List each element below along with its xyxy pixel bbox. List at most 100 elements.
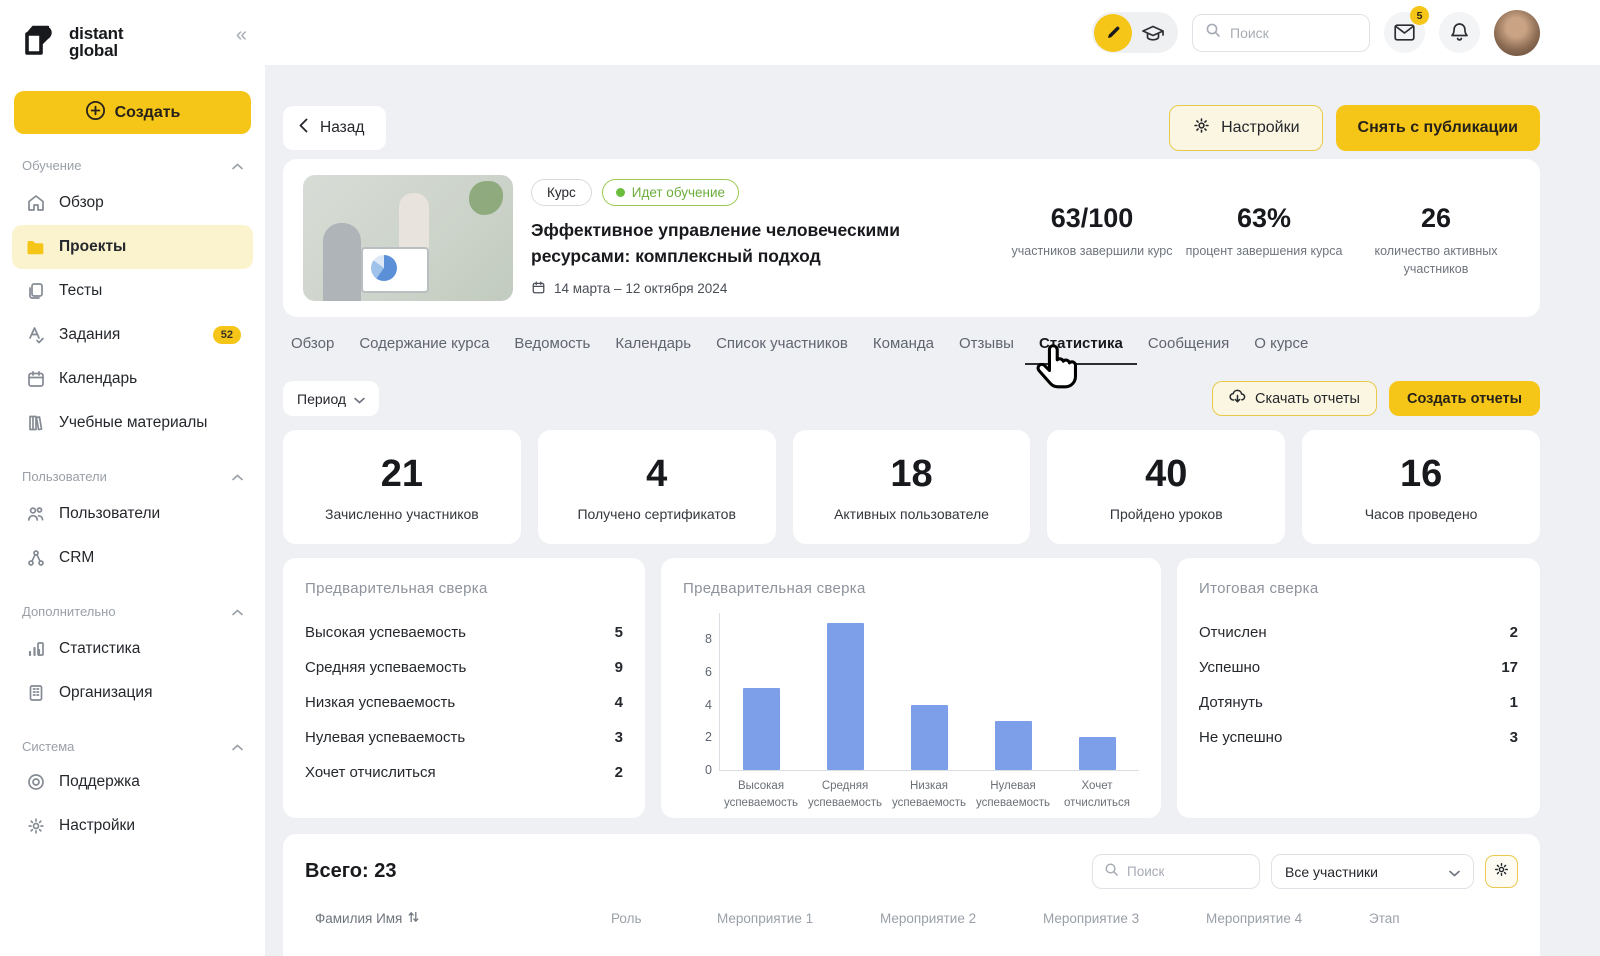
tab-reviews[interactable]: Отзывы <box>959 335 1014 365</box>
folder-icon <box>25 237 46 258</box>
tab-team[interactable]: Команда <box>873 335 934 365</box>
books-icon <box>25 413 46 434</box>
course-status-badge: Идет обучение <box>602 179 739 206</box>
gear-icon <box>1493 861 1510 883</box>
sidebar-item-overview[interactable]: Обзор <box>12 181 253 225</box>
y-axis-tick: 4 <box>692 698 712 712</box>
course-stat: 63% процент завершения курса <box>1180 203 1348 301</box>
section-header[interactable]: Пользователи <box>12 469 253 484</box>
tab-calendar[interactable]: Календарь <box>615 335 691 365</box>
nav-section-learning: Обучение Обзор Проекты Тесты Задания 52 <box>12 158 253 445</box>
y-axis-tick: 6 <box>692 665 712 679</box>
tab-participants[interactable]: Список участников <box>716 335 848 365</box>
sidebar-item-tasks[interactable]: Задания 52 <box>12 313 253 357</box>
course-title: Эффективное управление человеческими рес… <box>531 217 951 270</box>
column-header-name[interactable]: Фамилия Имя <box>315 911 611 926</box>
create-reports-button[interactable]: Создать отчеты <box>1389 381 1540 416</box>
x-axis-label: Средняяуспеваемость <box>803 778 887 813</box>
chevron-up-icon <box>232 604 243 619</box>
column-header-stage[interactable]: Этап <box>1369 911 1489 926</box>
brand-name: distant global <box>69 26 123 58</box>
pre-check-panel: Предварительная сверка Высокая успеваемо… <box>283 558 645 818</box>
users-icon <box>25 504 46 525</box>
sidebar-item-users[interactable]: Пользователи <box>12 492 253 536</box>
tab-messages[interactable]: Сообщения <box>1148 335 1229 365</box>
create-button[interactable]: Создать <box>14 91 251 134</box>
sidebar-collapse-icon[interactable]: « <box>236 24 247 47</box>
column-header-role[interactable]: Роль <box>611 911 717 926</box>
mail-count-badge: 5 <box>1410 6 1429 25</box>
chevron-up-icon <box>232 158 243 173</box>
y-axis-tick: 2 <box>692 730 712 744</box>
back-button[interactable]: Назад <box>283 106 386 150</box>
section-header[interactable]: Обучение <box>12 158 253 173</box>
total-count: Всего: 23 <box>305 860 396 883</box>
chart-bar <box>743 688 780 770</box>
lifebuoy-icon <box>25 772 46 793</box>
tab-overview[interactable]: Обзор <box>291 335 334 365</box>
messages-button[interactable]: 5 <box>1384 12 1425 53</box>
participants-filter-dropdown[interactable]: Все участники <box>1271 854 1474 889</box>
list-item: Хочет отчислиться2 <box>305 755 623 790</box>
notifications-button[interactable] <box>1439 12 1480 53</box>
sidebar-item-materials[interactable]: Учебные материалы <box>12 401 253 445</box>
search-input[interactable] <box>1230 25 1357 41</box>
course-stat: 63/100 участников завершили курс <box>1008 203 1176 301</box>
list-item: Дотянуть1 <box>1199 685 1518 720</box>
period-dropdown[interactable]: Период <box>283 381 379 416</box>
course-card: Курс Идет обучение Эффективное управлени… <box>283 159 1540 317</box>
table-header-row: Фамилия Имя Роль Мероприятие 1 Мероприят… <box>305 911 1518 926</box>
table-search-input[interactable] <box>1127 864 1248 879</box>
course-stats: 63/100 участников завершили курс 63% про… <box>1008 175 1520 301</box>
tasks-count-badge: 52 <box>213 326 241 344</box>
sidebar-item-tests[interactable]: Тесты <box>12 269 253 313</box>
sidebar-item-calendar[interactable]: Календарь <box>12 357 253 401</box>
sidebar-item-support[interactable]: Поддержка <box>12 760 253 804</box>
chevron-down-icon <box>1449 864 1460 880</box>
search-icon <box>1104 862 1119 882</box>
tab-about[interactable]: О курсе <box>1254 335 1308 365</box>
list-item: Нулевая успеваемость3 <box>305 720 623 755</box>
sidebar-item-statistics[interactable]: Статистика <box>12 627 253 671</box>
column-header-event4[interactable]: Мероприятие 4 <box>1206 911 1369 926</box>
share-nodes-icon <box>25 548 46 569</box>
graduation-cap-icon[interactable] <box>1138 23 1168 43</box>
sidebar-item-organization[interactable]: Организация <box>12 671 253 715</box>
download-cloud-icon <box>1229 389 1246 408</box>
avatar[interactable] <box>1494 10 1540 56</box>
chart-bar <box>1079 737 1116 770</box>
kpi-card: 18Активных пользователе <box>793 430 1031 544</box>
table-search <box>1092 854 1260 889</box>
topbar: 5 <box>265 0 1600 65</box>
section-header[interactable]: Дополнительно <box>12 604 253 619</box>
list-item: Не успешно3 <box>1199 720 1518 755</box>
column-header-event3[interactable]: Мероприятие 3 <box>1043 911 1206 926</box>
course-dates: 14 марта – 12 октября 2024 <box>531 280 990 298</box>
table-settings-button[interactable] <box>1485 855 1518 888</box>
kpi-card: 16Часов проведено <box>1302 430 1540 544</box>
brand-logo: distant global <box>20 20 123 65</box>
bar-chart-icon <box>25 639 46 660</box>
sidebar-item-projects[interactable]: Проекты <box>12 225 253 269</box>
section-header[interactable]: Система <box>12 739 253 754</box>
sidebar-item-settings[interactable]: Настройки <box>12 804 253 848</box>
course-stat: 26 количество активных участников <box>1352 203 1520 301</box>
pencil-mode-icon[interactable] <box>1094 14 1132 52</box>
column-header-event1[interactable]: Мероприятие 1 <box>717 911 880 926</box>
gear-icon <box>1192 116 1211 140</box>
status-dot-icon <box>616 188 625 197</box>
sidebar-item-crm[interactable]: CRM <box>12 536 253 580</box>
tab-statistics[interactable]: Статистика <box>1025 335 1137 365</box>
download-reports-button[interactable]: Скачать отчеты <box>1212 381 1377 416</box>
unpublish-button[interactable]: Снять с публикации <box>1336 105 1540 151</box>
main-content: Назад Настройки Снять с публикации Курс … <box>265 65 1600 956</box>
column-header-event2[interactable]: Мероприятие 2 <box>880 911 1043 926</box>
kpi-card: 21Зачисленно участников <box>283 430 521 544</box>
chart-bar <box>995 721 1032 770</box>
plus-circle-icon <box>85 100 106 126</box>
kpi-cards: 21Зачисленно участников 4Получено сертиф… <box>283 430 1540 544</box>
list-item: Отчислен2 <box>1199 615 1518 650</box>
tab-course-content[interactable]: Содержание курса <box>359 335 489 365</box>
tab-gradebook[interactable]: Ведомость <box>514 335 590 365</box>
course-settings-button[interactable]: Настройки <box>1169 105 1322 151</box>
